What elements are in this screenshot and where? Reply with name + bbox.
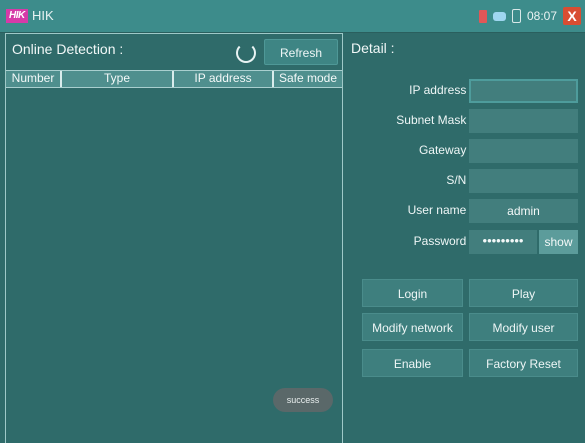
column-header-number[interactable]: Number (6, 71, 62, 87)
toast-message: success (273, 388, 333, 412)
app-title: HIK (32, 8, 54, 23)
modify-network-button[interactable]: Modify network (362, 313, 463, 341)
detail-panel: Detail : IP address : Subnet Mask : Gate… (345, 33, 585, 443)
status-bar: HIK HIK 08:07 X (0, 0, 585, 33)
online-detection-panel: Online Detection : Refresh Number Type I… (5, 33, 343, 443)
device-icon (511, 9, 521, 23)
password-input[interactable]: ••••••••• (469, 230, 537, 254)
column-header-ip-address[interactable]: IP address (174, 71, 274, 87)
serial-number-row: S/N : (345, 169, 585, 193)
battery-icon (478, 9, 487, 23)
device-table-header: Number Type IP address Safe mode (6, 70, 342, 88)
status-icons: 08:07 X (478, 6, 581, 26)
close-button[interactable]: X (563, 7, 581, 25)
login-button[interactable]: Login (362, 279, 463, 307)
play-button[interactable]: Play (469, 279, 578, 307)
column-header-type[interactable]: Type (62, 71, 174, 87)
gateway-label: Gateway : (418, 143, 473, 157)
refresh-button[interactable]: Refresh (264, 39, 338, 65)
ip-address-input[interactable] (469, 79, 578, 103)
password-label: Password : (413, 234, 473, 248)
modify-user-button[interactable]: Modify user (469, 313, 578, 341)
ip-address-label: IP address : (409, 83, 473, 97)
subnet-mask-label: Subnet Mask : (396, 113, 473, 127)
user-name-input[interactable]: admin (469, 199, 578, 223)
network-icon (492, 11, 506, 21)
show-password-button[interactable]: show (539, 230, 578, 254)
ip-address-row: IP address : (345, 79, 585, 103)
factory-reset-button[interactable]: Factory Reset (469, 349, 578, 377)
gateway-row: Gateway : (345, 139, 585, 163)
user-name-row: User name : admin (345, 199, 585, 223)
subnet-mask-row: Subnet Mask : (345, 109, 585, 133)
gateway-input[interactable] (469, 139, 578, 163)
column-header-safe-mode[interactable]: Safe mode (274, 71, 342, 87)
online-detection-title: Online Detection : (12, 41, 124, 57)
serial-number-input[interactable] (469, 169, 578, 193)
subnet-mask-input[interactable] (469, 109, 578, 133)
hik-logo: HIK (6, 9, 28, 23)
user-name-label: User name : (407, 203, 473, 217)
password-row: Password : ••••••••• show (345, 230, 585, 254)
enable-button[interactable]: Enable (362, 349, 463, 377)
clock: 08:07 (526, 9, 557, 23)
loading-spinner-icon (236, 43, 256, 63)
detail-title: Detail : (351, 40, 395, 56)
